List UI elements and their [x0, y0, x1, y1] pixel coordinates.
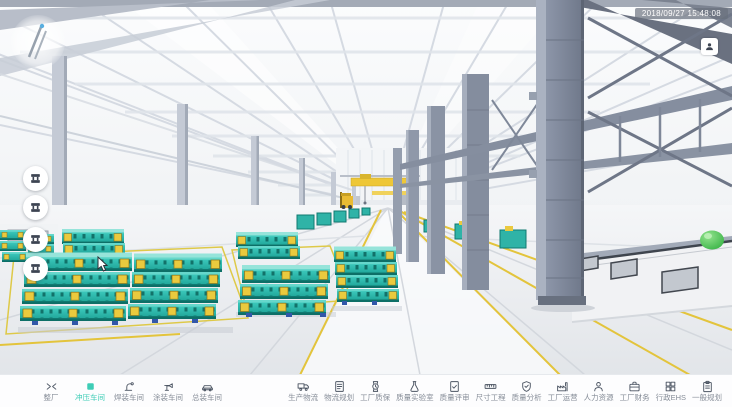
toolbar-item-label: 尺寸工程	[476, 394, 506, 402]
truck-icon	[297, 380, 310, 393]
stamping-workshop-icon	[84, 380, 97, 393]
person-icon	[592, 380, 605, 393]
toolbar-item-quality-lab[interactable]: 质量实验室	[396, 380, 434, 402]
briefcase-icon	[628, 380, 641, 393]
side-button-press-4[interactable]	[23, 256, 48, 281]
toolbar-item-admin-ehs[interactable]: 行政EHS	[656, 380, 686, 402]
toolbar-item-label: 工厂财务	[620, 394, 650, 402]
side-button-press-3[interactable]	[23, 227, 48, 252]
review-check-icon	[448, 380, 461, 393]
toolbar-item-label: 涂装车间	[153, 394, 183, 402]
grid-icon	[664, 380, 677, 393]
toolbar-item-label: 整厂	[44, 394, 59, 402]
toolbar-item-production-logistics[interactable]: 生产物流	[288, 380, 318, 402]
toolbar-item-label: 质量分析	[512, 394, 542, 402]
toolbar-item-plant-overview[interactable]: 整厂	[36, 380, 66, 402]
press-machine-icon	[29, 233, 42, 246]
toolbar-item-label: 生产物流	[288, 394, 318, 402]
painting-workshop-icon	[162, 380, 175, 393]
compass-widget[interactable]	[11, 15, 65, 69]
toolbar-item-label: 焊装车间	[114, 394, 144, 402]
press-machine-icon	[29, 172, 42, 185]
assembly-workshop-icon	[201, 380, 214, 393]
toolbar-item-human-resources[interactable]: 人力资源	[584, 380, 614, 402]
user-icon	[704, 41, 715, 52]
toolbar-item-general-planning[interactable]: 一般规划	[692, 380, 722, 402]
digital-factory-app: 2018/09/27 15:48:08 整厂 冲压车间	[0, 0, 732, 407]
toolbar-item-label: 一般规划	[692, 394, 722, 402]
workshop-nav-group: 整厂 冲压车间 焊装车间 涂装车间 总装车间	[36, 380, 222, 402]
plant-overview-icon	[45, 380, 58, 393]
watch-icon	[369, 380, 382, 393]
clipboard-icon	[701, 380, 714, 393]
ruler-icon	[484, 380, 497, 393]
toolbar-item-label: 质量评审	[440, 394, 470, 402]
shield-icon	[520, 380, 533, 393]
toolbar-item-factory-quality-assurance[interactable]: 工厂质保	[360, 380, 390, 402]
toolbar-item-factory-finance[interactable]: 工厂财务	[620, 380, 650, 402]
document-icon	[333, 380, 346, 393]
side-button-press-1[interactable]	[23, 166, 48, 191]
toolbar-item-label: 工厂质保	[360, 394, 390, 402]
bottom-toolbar: 整厂 冲压车间 焊装车间 涂装车间 总装车间 生产物流	[0, 374, 732, 407]
toolbar-item-label: 总装车间	[192, 394, 222, 402]
toolbar-item-dimension-engineering[interactable]: 尺寸工程	[476, 380, 506, 402]
toolbar-item-label: 冲压车间	[75, 394, 105, 402]
toolbar-item-quality-analysis[interactable]: 质量分析	[512, 380, 542, 402]
flask-icon	[408, 380, 421, 393]
timestamp: 2018/09/27 15:48:08	[635, 8, 728, 19]
toolbar-item-welding-workshop[interactable]: 焊装车间	[114, 380, 144, 402]
toolbar-item-label: 人力资源	[584, 394, 614, 402]
factory-icon	[556, 380, 569, 393]
toolbar-item-factory-operations[interactable]: 工厂运营	[548, 380, 578, 402]
toolbar-item-stamping-workshop[interactable]: 冲压车间	[75, 380, 105, 402]
welding-workshop-icon	[123, 380, 136, 393]
green-status-marker[interactable]	[700, 231, 724, 250]
side-button-press-2[interactable]	[23, 195, 48, 220]
viewport-3d[interactable]	[0, 0, 732, 375]
toolbar-item-label: 物流规划	[324, 394, 354, 402]
module-nav-group: 生产物流 物流规划 工厂质保 质量实验室 质量评审 尺寸工程	[288, 380, 722, 402]
compass-needle-icon	[11, 15, 65, 69]
toolbar-item-quality-review[interactable]: 质量评审	[440, 380, 470, 402]
toolbar-item-painting-workshop[interactable]: 涂装车间	[153, 380, 183, 402]
user-button[interactable]	[701, 38, 718, 55]
toolbar-item-label: 质量实验室	[396, 394, 434, 402]
press-machine-icon	[29, 262, 42, 275]
press-machine-icon	[29, 201, 42, 214]
toolbar-item-label: 行政EHS	[656, 394, 686, 402]
toolbar-item-logistics-planning[interactable]: 物流规划	[324, 380, 354, 402]
toolbar-item-assembly-workshop[interactable]: 总装车间	[192, 380, 222, 402]
toolbar-item-label: 工厂运营	[548, 394, 578, 402]
